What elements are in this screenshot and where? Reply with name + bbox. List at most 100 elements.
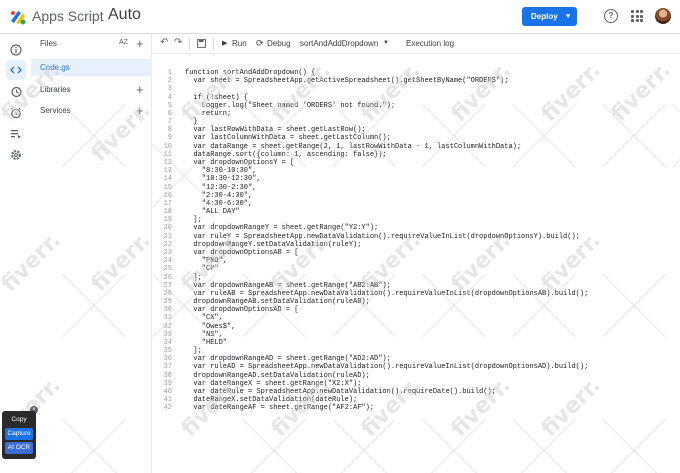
project-title[interactable]: Auto xyxy=(108,6,141,24)
code-line[interactable]: 4 if (!sheet) { xyxy=(152,94,680,102)
run-button[interactable]: Run xyxy=(232,39,247,48)
code-line[interactable]: 7 } xyxy=(152,118,680,126)
code-line[interactable]: 35 ]; xyxy=(152,347,680,355)
code-line[interactable]: 8 var lastRowWithData = sheet.getLastRow… xyxy=(152,126,680,134)
code-line[interactable]: 6 return; xyxy=(152,110,680,118)
code-line[interactable]: 28 var ruleAB = SpreadsheetApp.newDataVa… xyxy=(152,290,680,298)
code-line[interactable]: 14 "10:30-12:30", xyxy=(152,175,680,183)
code-line[interactable]: 42 var dateRangeAF = sheet.getRange("AF2… xyxy=(152,404,680,412)
code-line[interactable]: 15 "12:30-2:30", xyxy=(152,184,680,192)
code-editor[interactable]: 1 function sortAndAddDropdown() {2 var sh… xyxy=(152,54,680,473)
code-line[interactable]: 39 var dateRangeX = sheet.getRange("X2:X… xyxy=(152,380,680,388)
code-line[interactable]: 29 dropdownRangeAB.setDataValidation(rul… xyxy=(152,298,680,306)
code-line[interactable]: 21 var ruleY = SpreadsheetApp.newDataVal… xyxy=(152,233,680,241)
debug-button[interactable]: Debug xyxy=(267,39,291,48)
execution-log-button[interactable]: Execution log xyxy=(406,39,454,48)
add-service-icon[interactable]: + xyxy=(136,104,144,117)
code-line[interactable]: 33 "NS", xyxy=(152,331,680,339)
code-line[interactable]: 9 var lastColumnWithData = sheet.getLast… xyxy=(152,134,680,142)
code-line[interactable]: 24 "PNO", xyxy=(152,257,680,265)
code-line[interactable]: 11 dataRange.sort({column: 1, ascending:… xyxy=(152,151,680,159)
code-line[interactable]: 18 "ALL DAY" xyxy=(152,208,680,216)
capture-button[interactable]: Capture xyxy=(5,428,33,440)
info-icon[interactable] xyxy=(6,40,26,60)
code-line[interactable]: 25 "CP" xyxy=(152,265,680,273)
file-item-code[interactable]: Code.gs xyxy=(31,59,152,76)
code-line[interactable]: 1 function sortAndAddDropdown() { xyxy=(152,69,680,77)
alarm-icon[interactable] xyxy=(6,103,26,123)
line-number: 42 xyxy=(163,404,172,413)
deploy-button[interactable]: Deploy ▼ xyxy=(522,7,577,26)
line-text: return; xyxy=(185,109,232,118)
line-text: "10:30-12:30", xyxy=(185,175,261,184)
line-number: 13 xyxy=(163,167,172,176)
line-number: 33 xyxy=(163,330,172,339)
code-line[interactable]: 26 ]; xyxy=(152,274,680,282)
code-line[interactable]: 34 "HELD" xyxy=(152,339,680,347)
code-line[interactable]: 13 "8:30-10:30", xyxy=(152,167,680,175)
code-line[interactable]: 22 dropdownRangeY.setDataValidation(rule… xyxy=(152,241,680,249)
code-line[interactable]: 31 "CX", xyxy=(152,314,680,322)
code-line[interactable]: 41 dateRangeX.setDataValidation(dateRule… xyxy=(152,396,680,404)
line-number: 11 xyxy=(163,150,172,159)
line-number: 14 xyxy=(163,175,172,184)
function-select[interactable]: sortAndAddDropdown xyxy=(300,39,378,48)
add-file-icon[interactable]: + xyxy=(136,37,144,50)
code-line[interactable]: 32 "Owes$", xyxy=(152,323,680,331)
line-text: "PNO", xyxy=(185,257,228,266)
code-line[interactable]: 40 var dateRule = SpreadsheetApp.newData… xyxy=(152,388,680,396)
redo-icon[interactable]: ↷ xyxy=(174,37,182,48)
line-number: 29 xyxy=(163,298,172,307)
code-line[interactable]: 36 var dropdownRangeAD = sheet.getRange(… xyxy=(152,355,680,363)
avatar[interactable] xyxy=(655,8,671,24)
line-text: var lastColumnWithData = sheet.getLastCo… xyxy=(185,134,391,143)
line-text: var ruleY = SpreadsheetApp.newDataValida… xyxy=(185,232,580,241)
code-line[interactable]: 30 var dropdownOptionsAD = [ xyxy=(152,306,680,314)
code-line[interactable]: 16 "2:30-4:30", xyxy=(152,192,680,200)
code-line[interactable]: 10 var dataRange = sheet.getRange(2, 1, … xyxy=(152,143,680,151)
line-text: "NS", xyxy=(185,330,223,339)
code-line[interactable]: 23 var dropdownOptionsAB = [ xyxy=(152,249,680,257)
code-line[interactable]: 12 var dropdownOptionsY = [ xyxy=(152,159,680,167)
apps-grid-icon[interactable] xyxy=(631,10,643,22)
code-line[interactable]: 5 Logger.log("Sheet named 'ORDERS' not f… xyxy=(152,102,680,110)
executions-icon[interactable] xyxy=(6,124,26,144)
line-number: 25 xyxy=(163,265,172,274)
code-line[interactable]: 3 xyxy=(152,85,680,93)
code-line[interactable]: 38 dropdownRangeAD.setDataValidation(rul… xyxy=(152,372,680,380)
line-number: 30 xyxy=(163,306,172,315)
files-header: Files xyxy=(40,39,57,48)
libraries-header[interactable]: Libraries xyxy=(40,85,71,94)
line-number: 22 xyxy=(163,240,172,249)
settings-icon[interactable] xyxy=(6,145,26,165)
line-number: 4 xyxy=(167,93,172,102)
ai-ocr-button[interactable]: AI OCR xyxy=(5,442,33,454)
line-text: ]; xyxy=(185,273,202,282)
line-text: if (!sheet) { xyxy=(185,93,249,102)
line-number: 2 xyxy=(167,77,172,86)
copy-button[interactable]: Copy xyxy=(5,414,33,426)
undo-icon[interactable]: ↶ xyxy=(160,37,168,48)
line-number: 32 xyxy=(163,322,172,331)
line-text: dateRangeX.setDataValidation(dateRule); xyxy=(185,396,358,405)
code-line[interactable]: 37 var ruleAD = SpreadsheetApp.newDataVa… xyxy=(152,363,680,371)
code-line[interactable]: 19 ]; xyxy=(152,216,680,224)
line-text: ]; xyxy=(185,347,202,356)
help-icon[interactable]: ? xyxy=(604,9,618,23)
code-line[interactable]: 17 "4:30-6:30", xyxy=(152,200,680,208)
code-icon[interactable] xyxy=(6,60,26,80)
code-line[interactable]: 20 var dropdownRangeY = sheet.getRange("… xyxy=(152,224,680,232)
add-library-icon[interactable]: + xyxy=(136,83,144,96)
line-number: 20 xyxy=(163,224,172,233)
deploy-label: Deploy xyxy=(531,12,558,21)
code-line[interactable]: 2 var sheet = SpreadsheetApp.getActiveSp… xyxy=(152,77,680,85)
history-icon[interactable] xyxy=(6,82,26,102)
line-number: 38 xyxy=(163,371,172,380)
sort-az-icon[interactable]: AZ xyxy=(119,39,128,46)
services-header[interactable]: Services xyxy=(40,106,71,115)
save-icon[interactable] xyxy=(197,39,206,48)
line-text: "CP" xyxy=(185,265,219,274)
line-text: var dropdownOptionsAB = [ xyxy=(185,248,299,257)
apps-script-logo-icon[interactable] xyxy=(8,7,28,27)
code-line[interactable]: 27 var dropdownRangeAB = sheet.getRange(… xyxy=(152,282,680,290)
